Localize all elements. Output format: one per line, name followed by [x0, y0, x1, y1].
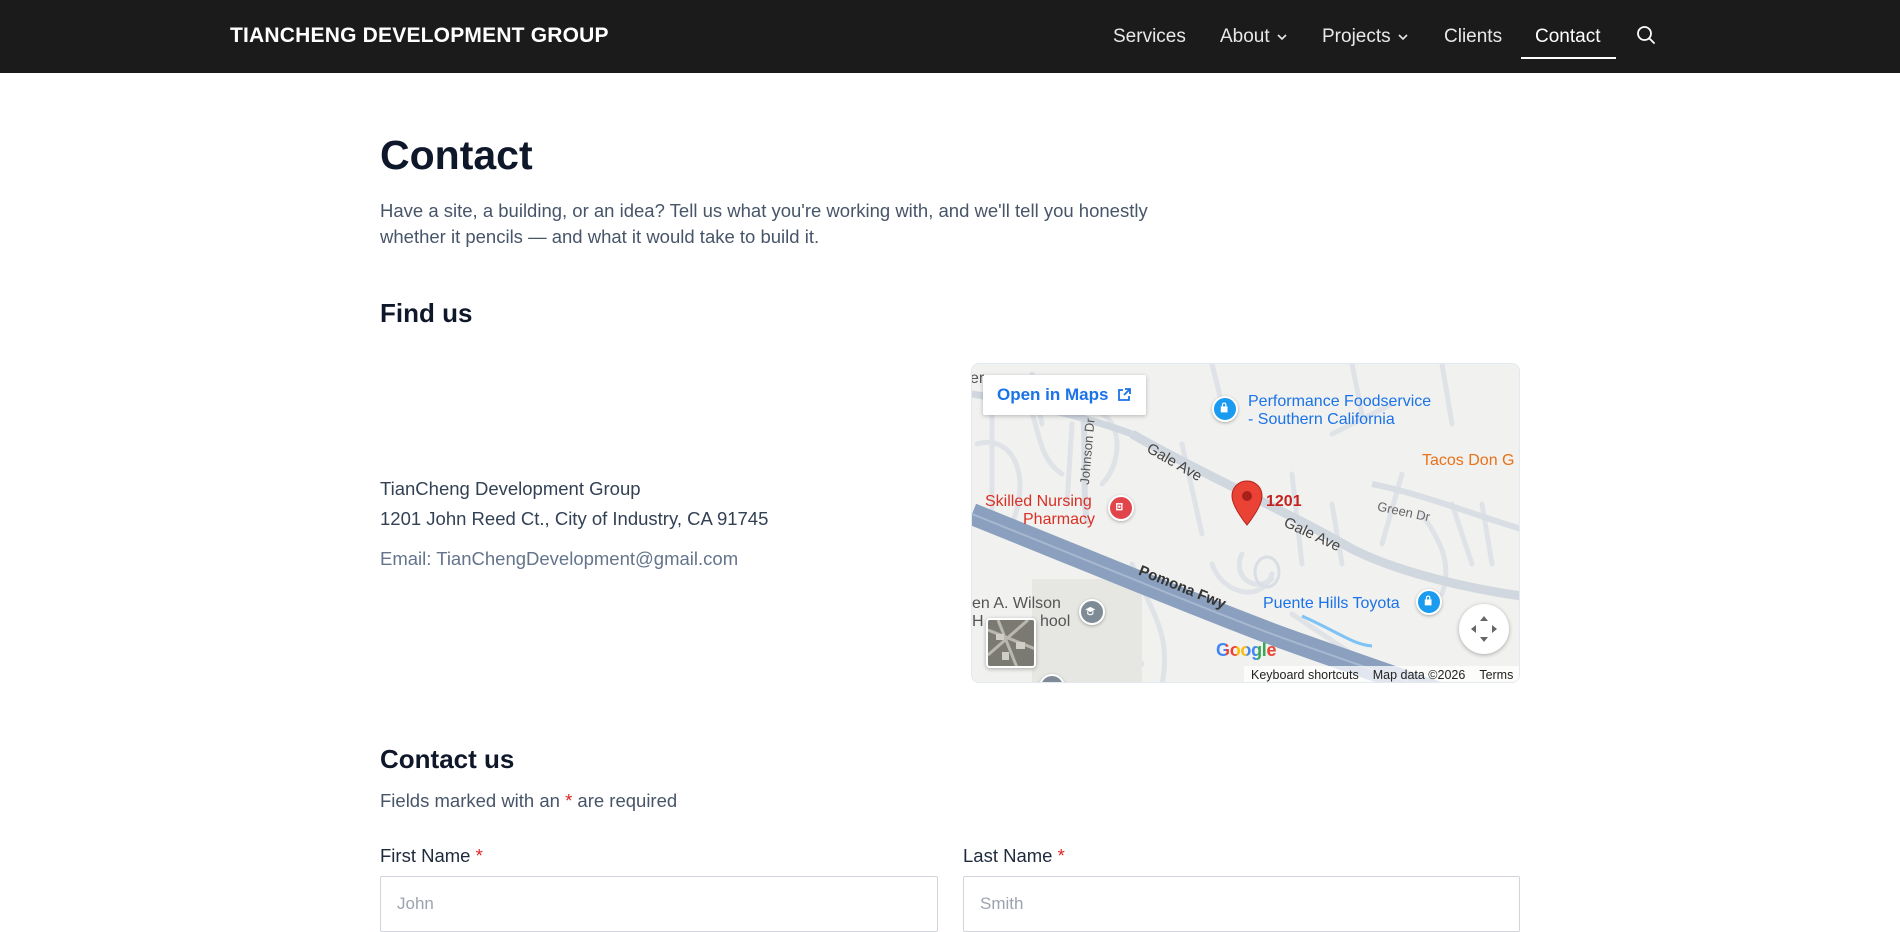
first-name-label-text: First Name [380, 845, 471, 866]
nav-services[interactable]: Services [1113, 0, 1186, 73]
open-in-maps-button[interactable]: Open in Maps [983, 375, 1147, 415]
nav-about[interactable]: About [1220, 0, 1288, 73]
embedded-map[interactable]: Open in Maps Performance Foodservice - S… [971, 363, 1520, 683]
school-icon[interactable] [1079, 599, 1105, 625]
top-navigation-bar: TIANCHENG DEVELOPMENT GROUP Services Abo… [0, 0, 1900, 73]
required-asterisk: * [565, 790, 573, 811]
chevron-down-icon [1277, 33, 1287, 40]
note-before: Fields marked with an [380, 790, 560, 811]
map-label-pharmacy-2: Pharmacy [1023, 511, 1096, 528]
nav-clients-label: Clients [1444, 25, 1503, 47]
nav-contact[interactable]: Contact [1520, 0, 1618, 73]
first-name-label: First Name * [380, 845, 483, 867]
location-pin-icon[interactable] [1230, 479, 1264, 527]
map-label-school-2: H [972, 613, 984, 630]
nav-about-label: About [1220, 25, 1270, 47]
required-fields-note: Fields marked with an * are required [380, 790, 677, 812]
intro-text: Have a site, a building, or an idea? Tel… [380, 198, 1180, 250]
expand-arrows-icon [1471, 616, 1497, 642]
company-address: 1201 John Reed Ct., City of Industry, CA… [380, 508, 769, 529]
map-label-tacos: Tacos Don G [1422, 452, 1515, 469]
last-name-label: Last Name * [963, 845, 1065, 867]
terms-link[interactable]: Terms [1472, 668, 1519, 682]
intro-line-1: Have a site, a building, or an idea? Tel… [380, 200, 1148, 221]
map-label-performance-2: - Southern California [1248, 411, 1395, 428]
nav-clients[interactable]: Clients [1444, 0, 1502, 73]
company-name: TianCheng Development Group [380, 478, 641, 499]
shopping-bag-icon[interactable] [1212, 396, 1238, 422]
nav-projects-label: Projects [1322, 25, 1391, 47]
last-name-label-text: Last Name [963, 845, 1053, 866]
map-label-edge: er [971, 370, 985, 387]
map-label-school-3: hool [1040, 613, 1071, 630]
chevron-down-icon [1398, 33, 1408, 40]
intro-line-2: whether it pencils — and what it would t… [380, 226, 820, 247]
nav-services-label: Services [1113, 25, 1186, 47]
pharmacy-icon[interactable] [1108, 495, 1134, 521]
contact-us-heading: Contact us [380, 744, 515, 774]
search-icon[interactable] [1635, 24, 1657, 46]
open-in-maps-label: Open in Maps [997, 385, 1109, 404]
map-label-performance-1: Performance Foodservice [1248, 393, 1432, 410]
find-us-heading: Find us [380, 298, 473, 328]
map-label-pharmacy-1: Skilled Nursing [985, 493, 1092, 510]
map-label-pin: 1201 [1266, 493, 1302, 510]
required-asterisk: * [1057, 845, 1065, 866]
last-name-input[interactable] [963, 876, 1520, 932]
note-after: are required [577, 790, 678, 811]
map-data-text: Map data ©2026 [1372, 668, 1466, 682]
map-label-school-1: en A. Wilson [972, 595, 1061, 612]
satellite-thumbnail-icon [988, 620, 1034, 666]
nav-projects[interactable]: Projects [1322, 0, 1409, 73]
satellite-view-toggle[interactable] [986, 618, 1036, 668]
brand-logo-text[interactable]: TIANCHENG DEVELOPMENT GROUP [230, 24, 609, 48]
keyboard-shortcuts-link[interactable]: Keyboard shortcuts [1244, 668, 1366, 682]
nav-contact-label: Contact [1535, 25, 1601, 47]
shopping-bag-icon[interactable] [1416, 589, 1442, 615]
first-name-input[interactable] [380, 876, 938, 932]
fullscreen-button[interactable] [1459, 604, 1509, 654]
map-attribution: Keyboard shortcuts Map data ©2026 Terms [1244, 666, 1519, 682]
external-link-icon [1118, 388, 1132, 401]
company-email[interactable]: Email: TianChengDevelopment@gmail.com [380, 548, 738, 570]
required-asterisk: * [475, 845, 483, 866]
map-label-toyota: Puente Hills Toyota [1263, 595, 1400, 612]
page-title: Contact [380, 132, 533, 178]
google-logo: Google [1216, 640, 1277, 661]
google-logo-text: Google [1216, 640, 1277, 660]
